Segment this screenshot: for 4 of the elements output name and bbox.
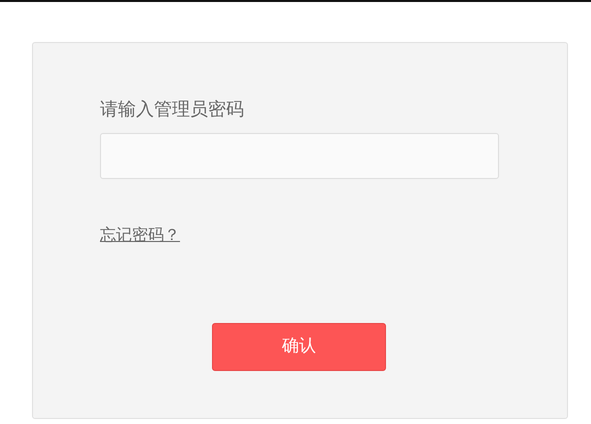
- forgot-password-link[interactable]: 忘记密码？: [100, 222, 180, 247]
- password-label: 请输入管理员密码: [100, 99, 245, 121]
- password-field[interactable]: [100, 132, 499, 179]
- confirm-button[interactable]: 确认: [212, 322, 386, 371]
